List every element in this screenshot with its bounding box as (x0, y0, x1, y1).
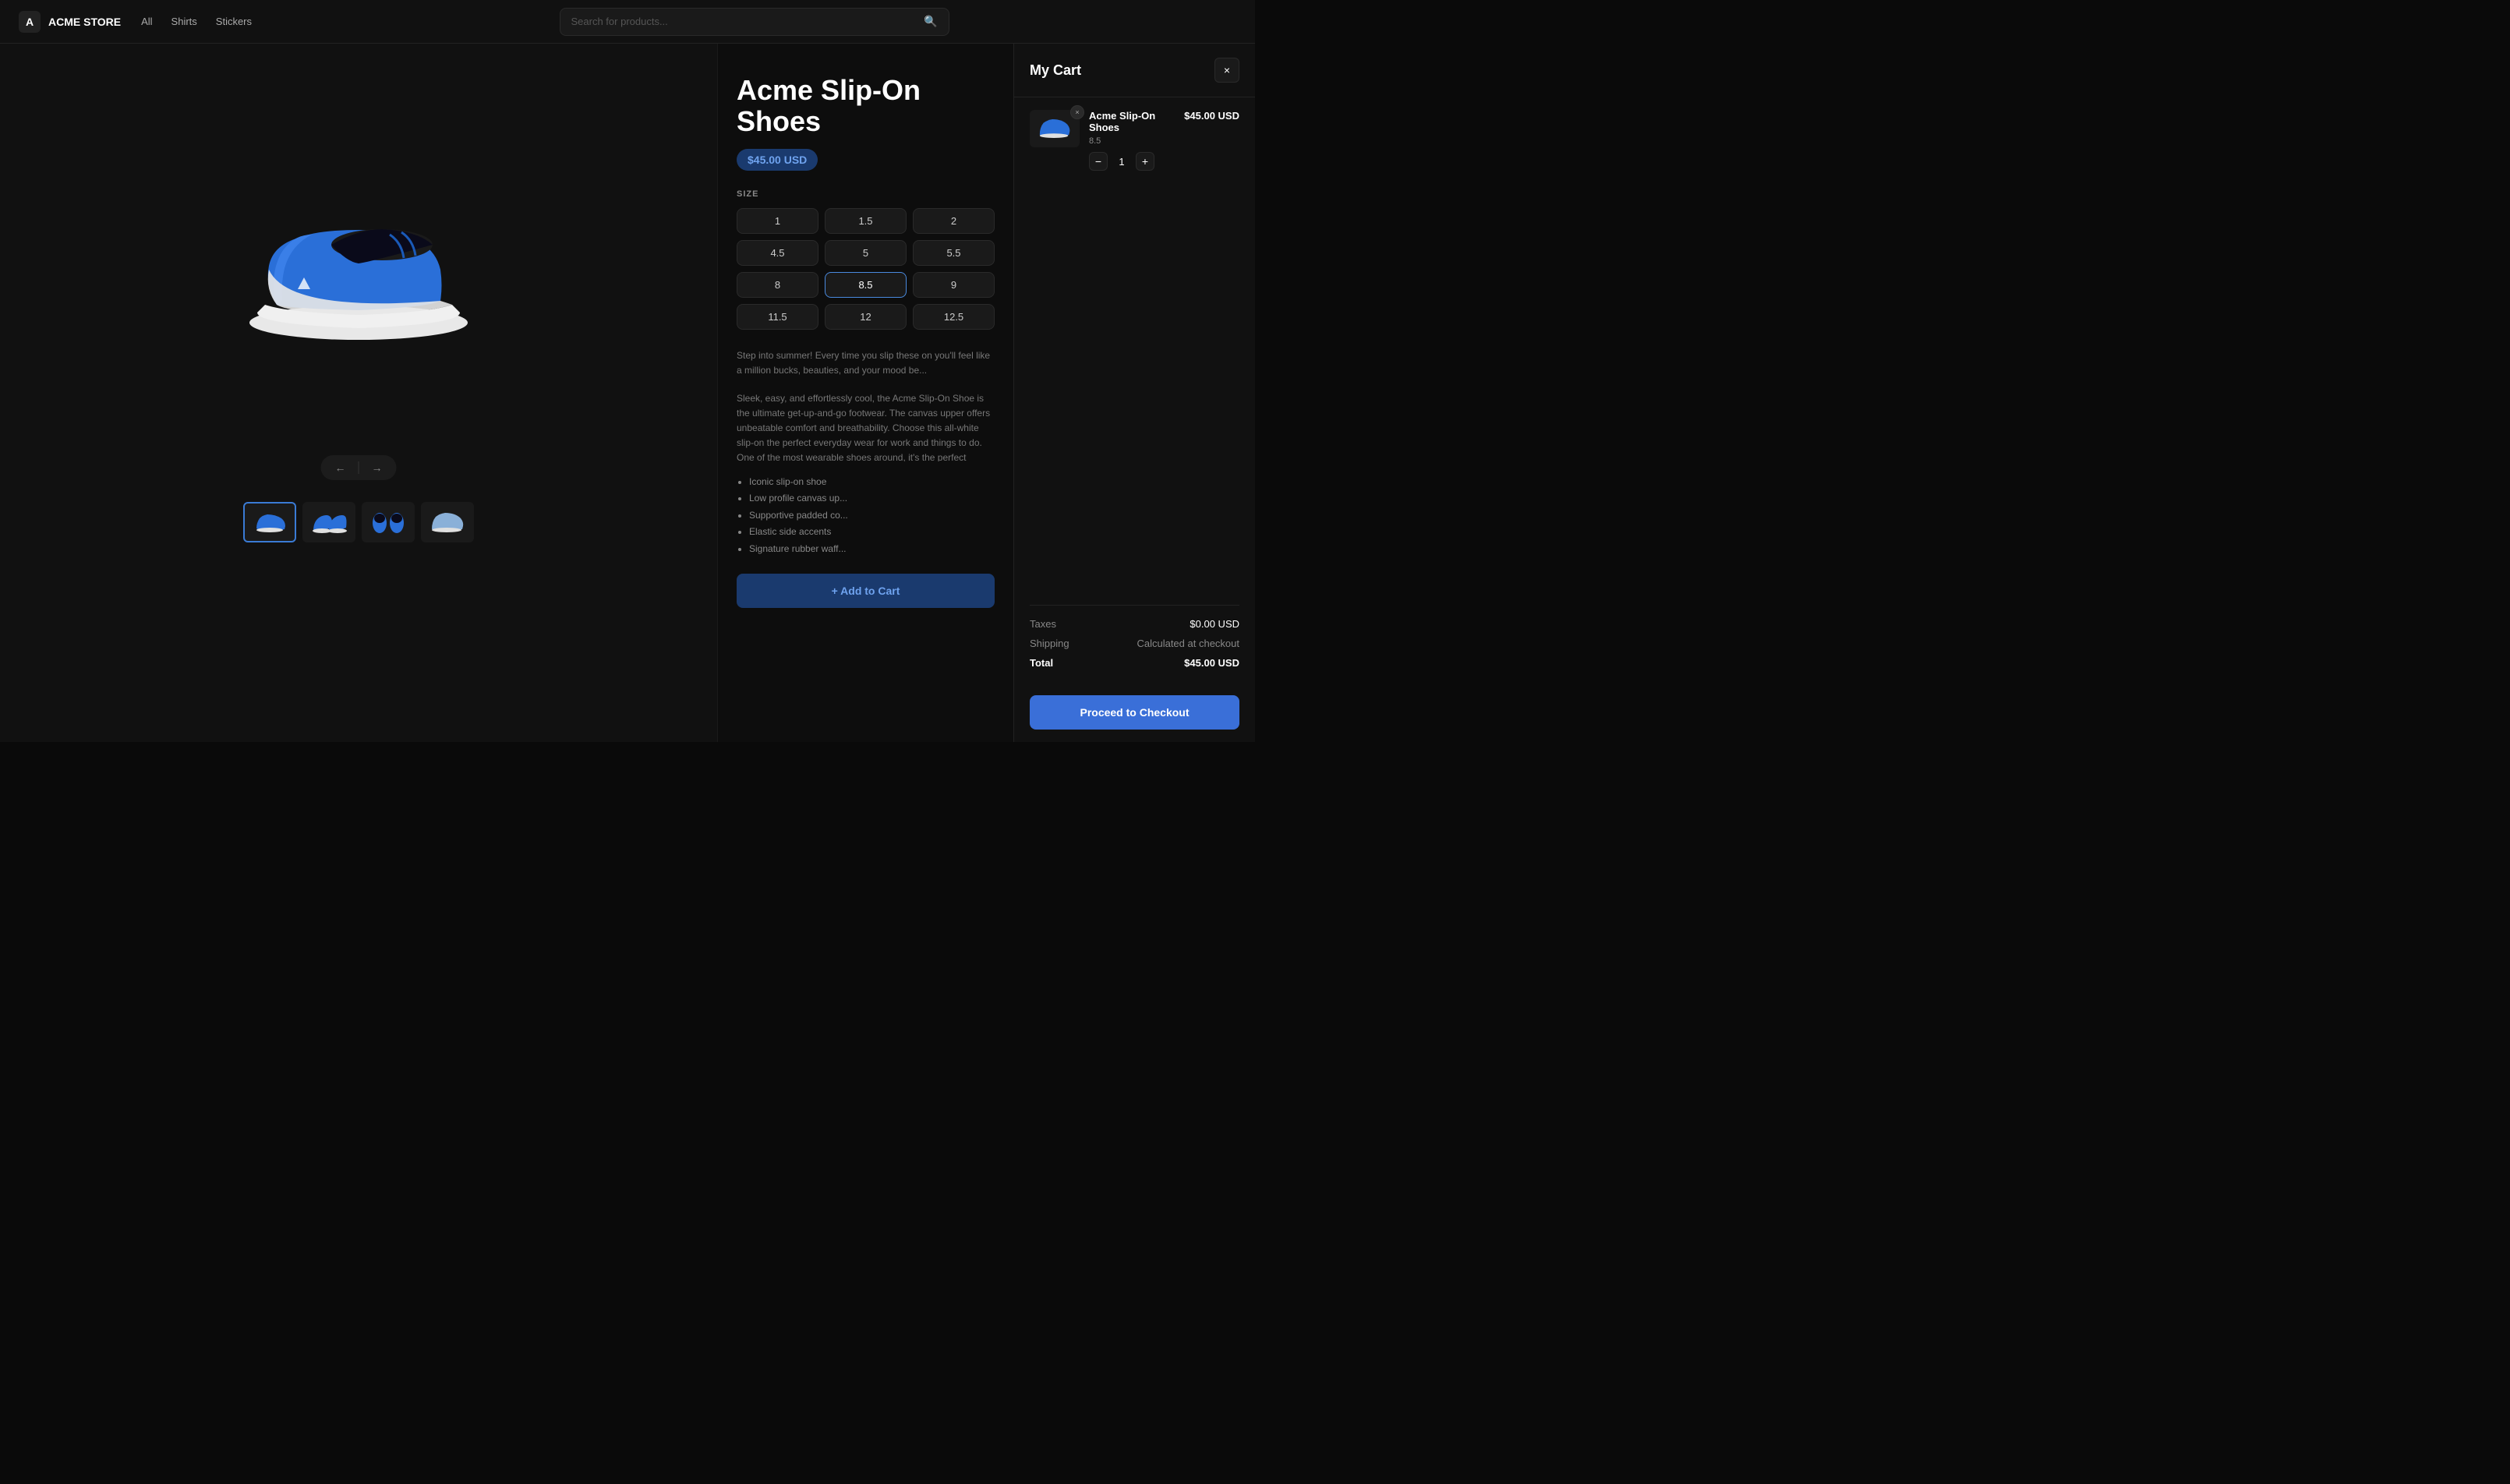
prev-arrow[interactable]: ← (335, 461, 346, 474)
feature-5: Signature rubber waff... (749, 541, 995, 558)
cart-totals: Taxes $0.00 USD Shipping Calculated at c… (1014, 606, 1255, 689)
size-4-5[interactable]: 4.5 (737, 240, 818, 266)
checkout-button[interactable]: Proceed to Checkout (1030, 695, 1239, 730)
navbar: A ACME STORE All Shirts Stickers 🔍 (0, 0, 1255, 44)
product-image (234, 192, 483, 348)
feature-1: Iconic slip-on shoe (749, 474, 995, 491)
search-input[interactable] (571, 16, 918, 27)
shipping-row: Shipping Calculated at checkout (1030, 638, 1239, 649)
cart-items-list: × Acme Slip-On Shoes $45.00 USD 8.5 − 1 … (1014, 97, 1255, 605)
cart-sidebar: My Cart × × Acme Slip-On Shoes $45.00 US… (1013, 44, 1255, 742)
cart-item-price: $45.00 USD (1184, 110, 1239, 122)
image-nav-arrows: ← → (321, 455, 397, 480)
thumbnail-strip (0, 496, 717, 549)
nav-links: All Shirts Stickers (140, 12, 253, 30)
product-description-1: Step into summer! Every time you slip th… (737, 348, 995, 378)
next-arrow[interactable]: → (372, 461, 383, 474)
size-8-5[interactable]: 8.5 (825, 272, 907, 298)
cart-close-button[interactable]: × (1214, 58, 1239, 83)
store-name: ACME STORE (48, 16, 121, 28)
cart-item-size: 8.5 (1089, 136, 1239, 146)
cart-item-quantity: − 1 + (1089, 152, 1239, 171)
feature-4: Elastic side accents (749, 524, 995, 541)
size-1[interactable]: 1 (737, 208, 818, 234)
add-to-cart-button[interactable]: + Add to Cart (737, 574, 995, 608)
size-12[interactable]: 12 (825, 304, 907, 330)
thumbnail-1[interactable] (243, 502, 296, 542)
main-content: ← → (0, 44, 1255, 742)
size-5[interactable]: 5 (825, 240, 907, 266)
search-icon: 🔍 (924, 15, 937, 28)
size-2[interactable]: 2 (913, 208, 995, 234)
product-title: Acme Slip-On Shoes (737, 75, 995, 136)
cart-item-name: Acme Slip-On Shoes (1089, 110, 1184, 133)
cart-item: × Acme Slip-On Shoes $45.00 USD 8.5 − 1 … (1030, 110, 1239, 171)
size-1-5[interactable]: 1.5 (825, 208, 907, 234)
size-8[interactable]: 8 (737, 272, 818, 298)
product-features: Iconic slip-on shoe Low profile canvas u… (737, 474, 995, 558)
total-label: Total (1030, 657, 1053, 669)
size-11-5[interactable]: 11.5 (737, 304, 818, 330)
search-bar[interactable]: 🔍 (560, 8, 949, 36)
product-description-2: Sleek, easy, and effortlessly cool, the … (737, 391, 995, 461)
product-image-main: ← → (0, 44, 717, 496)
logo: A ACME STORE (19, 11, 121, 33)
total-value: $45.00 USD (1184, 657, 1239, 669)
quantity-increase-button[interactable]: + (1136, 152, 1154, 171)
shipping-value: Calculated at checkout (1137, 638, 1239, 649)
nav-link-shirts[interactable]: Shirts (170, 12, 199, 30)
feature-3: Supportive padded co... (749, 507, 995, 525)
thumbnail-3[interactable] (362, 502, 415, 542)
taxes-value: $0.00 USD (1190, 618, 1239, 630)
grand-total-row: Total $45.00 USD (1030, 657, 1239, 669)
cart-item-info: Acme Slip-On Shoes $45.00 USD 8.5 − 1 + (1089, 110, 1239, 171)
quantity-value: 1 (1115, 156, 1128, 168)
product-area: ← → (0, 44, 717, 742)
size-label: SIZE (737, 189, 995, 199)
shipping-label: Shipping (1030, 638, 1069, 649)
size-12-5[interactable]: 12.5 (913, 304, 995, 330)
feature-2: Low profile canvas up... (749, 490, 995, 507)
nav-link-all[interactable]: All (140, 12, 154, 30)
thumbnail-2[interactable] (302, 502, 355, 542)
product-details: Acme Slip-On Shoes $45.00 USD SIZE 1 1.5… (717, 44, 1013, 742)
logo-icon: A (19, 11, 41, 33)
nav-link-stickers[interactable]: Stickers (214, 12, 253, 30)
taxes-row: Taxes $0.00 USD (1030, 618, 1239, 630)
size-9[interactable]: 9 (913, 272, 995, 298)
product-price: $45.00 USD (737, 149, 818, 171)
size-5-5[interactable]: 5.5 (913, 240, 995, 266)
taxes-label: Taxes (1030, 618, 1056, 630)
cart-header: My Cart × (1014, 44, 1255, 97)
quantity-decrease-button[interactable]: − (1089, 152, 1108, 171)
size-grid: 1 1.5 2 4.5 5 5.5 8 8.5 9 11.5 12 12.5 (737, 208, 995, 330)
thumbnail-4[interactable] (421, 502, 474, 542)
cart-title: My Cart (1030, 62, 1081, 79)
cart-item-remove-button[interactable]: × (1070, 105, 1084, 119)
